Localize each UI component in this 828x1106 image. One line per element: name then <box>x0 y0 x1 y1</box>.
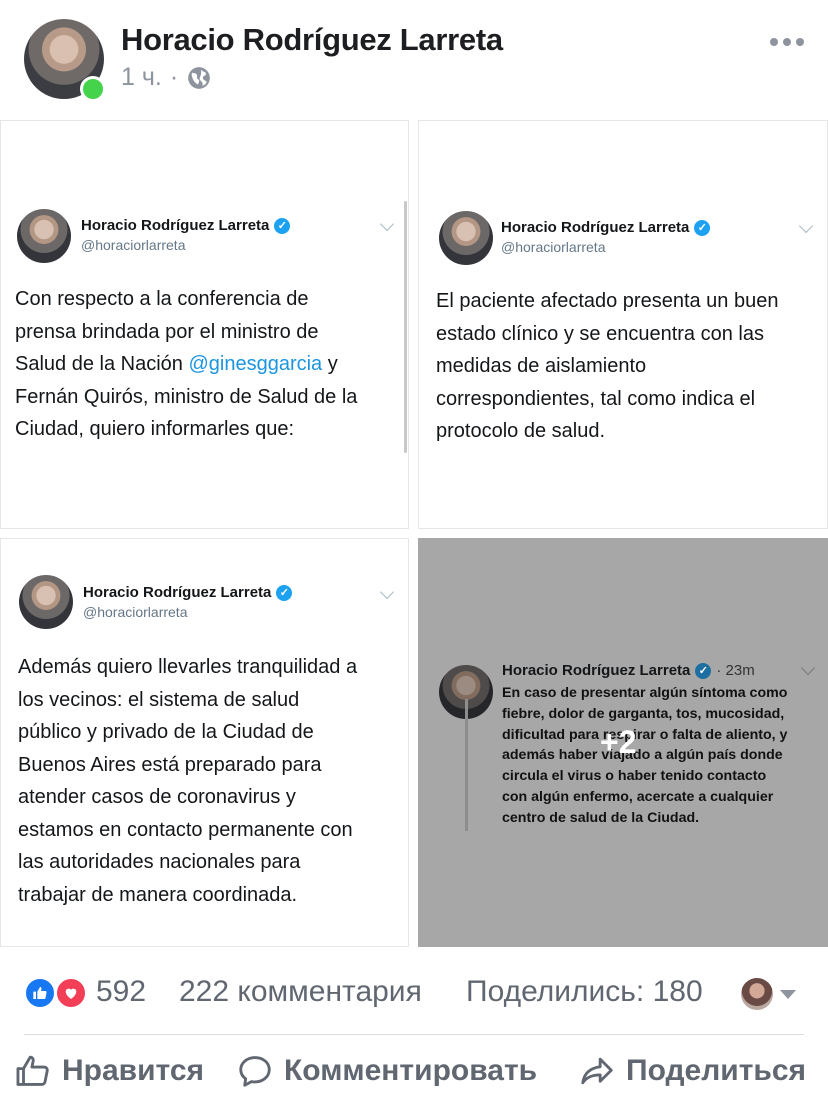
verified-icon: ✓ <box>695 662 712 679</box>
tweet-handle: @horaciorlarreta <box>81 237 186 253</box>
tweet-line: circula el virus o haber tenido contacto <box>502 768 767 785</box>
love-reaction-icon[interactable] <box>55 977 87 1009</box>
tweet-line: además haber viajado a algún país donde <box>502 747 783 764</box>
photo-tile-3[interactable]: Horacio Rodríguez Larreta ✓ @horaciorlar… <box>0 538 409 947</box>
more-options-icon[interactable] <box>770 38 804 46</box>
photo-tile-1[interactable]: Horacio Rodríguez Larreta ✓ @horaciorlar… <box>0 120 409 529</box>
globe-icon <box>188 66 210 89</box>
share-arrow-icon <box>581 1057 613 1085</box>
viewer-avatar[interactable] <box>741 978 773 1010</box>
tweet-text: Además quiero llevarles tranquilidad a l… <box>18 651 403 911</box>
meta-separator: · <box>169 63 179 91</box>
tweet-line: medidas de aislamiento <box>436 355 647 377</box>
verified-icon: ✓ <box>274 217 291 234</box>
tweet-author-name: Horacio Rodríguez Larreta <box>501 219 690 236</box>
author-name[interactable]: Horacio Rodríguez Larreta <box>121 22 503 58</box>
tweet-handle: @horaciorlarreta <box>501 239 606 255</box>
verified-icon: ✓ <box>694 219 711 236</box>
tweet-line: fiebre, dolor de garganta, tos, mucosida… <box>502 705 785 722</box>
photo-tile-more[interactable]: Horacio Rodríguez Larreta ✓ · 23m En cas… <box>418 538 828 947</box>
like-label: Нравится <box>62 1054 205 1087</box>
tweet-line: atender casos de coronavirus y <box>18 786 296 808</box>
reactions-bar: 592 222 комментария Поделились: 180 <box>0 960 828 1030</box>
tweet-line: las autoridades nacionales para <box>18 851 301 873</box>
tweet-line: Además quiero llevarles tranquilidad a <box>18 656 358 678</box>
tweet-text: Con respecto a la conferencia de prensa … <box>15 283 400 446</box>
comments-count[interactable]: 222 комментария <box>179 975 422 1009</box>
comment-button[interactable]: Комментировать <box>236 1052 537 1090</box>
tweet-line-part: y <box>322 353 338 375</box>
tweet-line: Fernán Quirós, ministro de Salud de la <box>15 385 358 408</box>
thumbs-up-icon <box>16 1055 49 1086</box>
more-photos-count: +2 <box>600 724 637 760</box>
action-bar: Нравится Комментировать Поделиться <box>0 1040 828 1106</box>
reactions-count[interactable]: 592 <box>96 975 146 1009</box>
tweet-author: Horacio Rodríguez Larreta ✓ <box>83 584 293 601</box>
tweet-avatar <box>439 211 493 265</box>
thread-line <box>465 699 468 831</box>
like-button[interactable]: Нравится <box>14 1052 204 1090</box>
tweet-line: trabajar de manera coordinada. <box>18 883 298 906</box>
tweet-author-name: Horacio Rodríguez Larreta <box>81 217 270 234</box>
shares-count[interactable]: Поделились: 180 <box>466 975 703 1009</box>
post-header: Horacio Rodríguez Larreta 1 ч. · <box>0 0 828 118</box>
tweet-line: estado clínico y se encuentra con las <box>436 322 764 345</box>
tweet-author-name: Horacio Rodríguez Larreta <box>83 584 272 601</box>
tweet-line: estamos en contacto permanente con <box>18 818 353 841</box>
tweet-author-name: Horacio Rodríguez Larreta <box>502 662 691 679</box>
post-time[interactable]: 1 ч. <box>121 63 162 92</box>
post-meta: 1 ч. · <box>121 63 212 92</box>
tweet-line: correspondientes, tal como indica el <box>436 387 756 410</box>
like-reaction-icon[interactable] <box>24 977 56 1009</box>
verified-icon: ✓ <box>276 584 293 601</box>
tweet-author: Horacio Rodríguez Larreta ✓ · 23m <box>502 662 755 679</box>
tweet-line-part: Salud de la Nación <box>15 353 189 375</box>
tweet-line: centro de salud de la Ciudad. <box>502 809 700 826</box>
caret-down-icon[interactable] <box>780 990 796 999</box>
share-button[interactable]: Поделиться <box>578 1052 806 1090</box>
share-label: Поделиться <box>626 1054 807 1087</box>
tweet-line: con algún enfermo, acercate a cualquier <box>502 788 774 805</box>
chevron-down-icon <box>800 660 816 676</box>
photo-tile-2[interactable]: Horacio Rodríguez Larreta ✓ @horaciorlar… <box>418 120 828 529</box>
tweet-author: Horacio Rodríguez Larreta ✓ <box>81 217 291 234</box>
comment-icon <box>239 1056 271 1087</box>
tweet-line: dificultad para respirar o falta de alie… <box>502 726 788 743</box>
tweet-line: público y privado de la Ciudad de <box>18 721 314 743</box>
tweet-text: En caso de presentar algún síntoma como … <box>502 683 822 829</box>
tweet-avatar <box>17 209 71 263</box>
tweet-line: Buenos Aires está preparado para <box>18 753 322 776</box>
tweet-line: Salud de la Nación @ginesggarcia y <box>15 348 400 381</box>
tweet-line: En caso de presentar algún síntoma como <box>502 685 788 701</box>
comment-label: Комментировать <box>284 1054 538 1087</box>
tweet-author: Horacio Rodríguez Larreta ✓ <box>501 219 711 236</box>
tweet-text: El paciente afectado presenta un buen es… <box>436 285 821 448</box>
chevron-down-icon <box>379 216 395 232</box>
chevron-down-icon <box>379 584 395 600</box>
tweet-line: prensa brindada por el ministro de <box>15 320 319 343</box>
tweet-line: Ciudad, quiero informarles que: <box>15 418 295 440</box>
divider <box>24 1034 804 1035</box>
tweet-line: protocolo de salud. <box>436 420 606 442</box>
tweet-handle: @horaciorlarreta <box>83 604 188 620</box>
scrollbar <box>404 201 407 453</box>
tweet-avatar <box>19 575 73 629</box>
tweet-line: los vecinos: el sistema de salud <box>18 688 300 711</box>
chevron-down-icon <box>798 218 814 234</box>
tweet-time: · 23m <box>716 662 755 679</box>
mention-link: @ginesggarcia <box>188 353 323 375</box>
tweet-line: El paciente afectado presenta un buen <box>436 290 779 312</box>
online-status-icon <box>80 76 106 102</box>
tweet-line: Con respecto a la conferencia de <box>15 288 309 310</box>
